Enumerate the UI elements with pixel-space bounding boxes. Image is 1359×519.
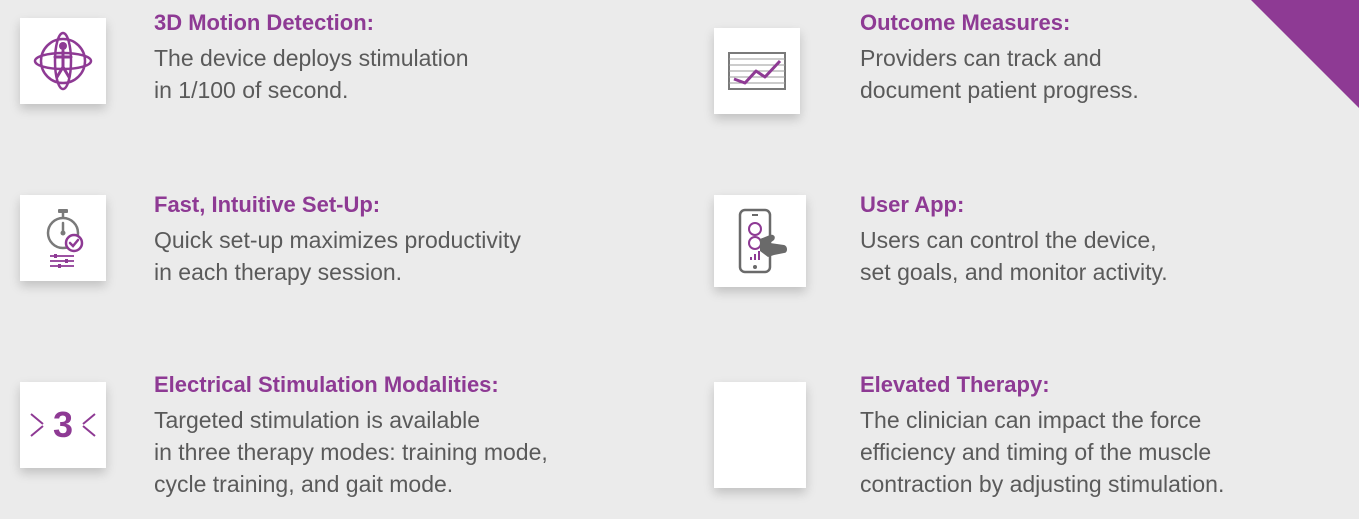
description-line: cycle training, and gait mode. (154, 471, 454, 497)
feature-title: Electrical Stimulation Modalities: (154, 372, 499, 397)
description-line: contraction by adjusting stimulation. (860, 471, 1225, 497)
feature-title: Outcome Measures: (860, 10, 1071, 35)
feature-text: Elevated Therapy: The clinician can impa… (860, 372, 1224, 500)
icon-box (714, 28, 800, 114)
feature-description: The device deploys stimulation in 1/100 … (154, 42, 469, 106)
icon-box (20, 195, 106, 281)
motion-detection-icon (33, 31, 93, 91)
description-line: in 1/100 of second. (154, 77, 349, 103)
blank-icon (714, 382, 806, 488)
feature-description: Users can control the device, set goals,… (860, 224, 1168, 288)
description-line: The device deploys stimulation (154, 45, 469, 71)
feature-text: Outcome Measures: Providers can track an… (860, 10, 1139, 106)
description-line: set goals, and monitor activity. (860, 259, 1168, 285)
feature-text: Electrical Stimulation Modalities: Targe… (154, 372, 548, 500)
description-line: efficiency and timing of the muscle (860, 439, 1212, 465)
description-line: Users can control the device, (860, 227, 1157, 253)
feature-title: User App: (860, 192, 965, 217)
description-line: document patient progress. (860, 77, 1139, 103)
feature-description: The clinician can impact the force effic… (860, 404, 1224, 500)
corner-accent-triangle (1251, 0, 1359, 108)
phone-app-icon (738, 208, 787, 274)
feature-description: Targeted stimulation is available in thr… (154, 404, 548, 500)
three-modes-number: 3 (53, 404, 73, 445)
feature-text: User App: Users can control the device, … (860, 192, 1168, 288)
description-line: Providers can track and (860, 45, 1102, 71)
feature-title: Elevated Therapy: (860, 372, 1050, 397)
icon-box (20, 18, 106, 104)
description-line: The clinician can impact the force (860, 407, 1202, 433)
feature-text: 3D Motion Detection: The device deploys … (154, 10, 469, 106)
line-chart-icon (728, 52, 786, 90)
stopwatch-settings-icon (46, 209, 84, 268)
icon-box (714, 195, 806, 287)
feature-description: Quick set-up maximizes productivity in e… (154, 224, 521, 288)
feature-title: 3D Motion Detection: (154, 10, 374, 35)
description-line: in each therapy session. (154, 259, 403, 285)
three-modes-icon: 3 (30, 404, 96, 445)
description-line: Quick set-up maximizes productivity (154, 227, 521, 253)
feature-text: Fast, Intuitive Set-Up: Quick set-up max… (154, 192, 521, 288)
description-line: in three therapy modes: training mode, (154, 439, 548, 465)
feature-title: Fast, Intuitive Set-Up: (154, 192, 381, 217)
icon-box: 3 (20, 382, 106, 468)
description-line: Targeted stimulation is available (154, 407, 481, 433)
feature-description: Providers can track and document patient… (860, 42, 1139, 106)
